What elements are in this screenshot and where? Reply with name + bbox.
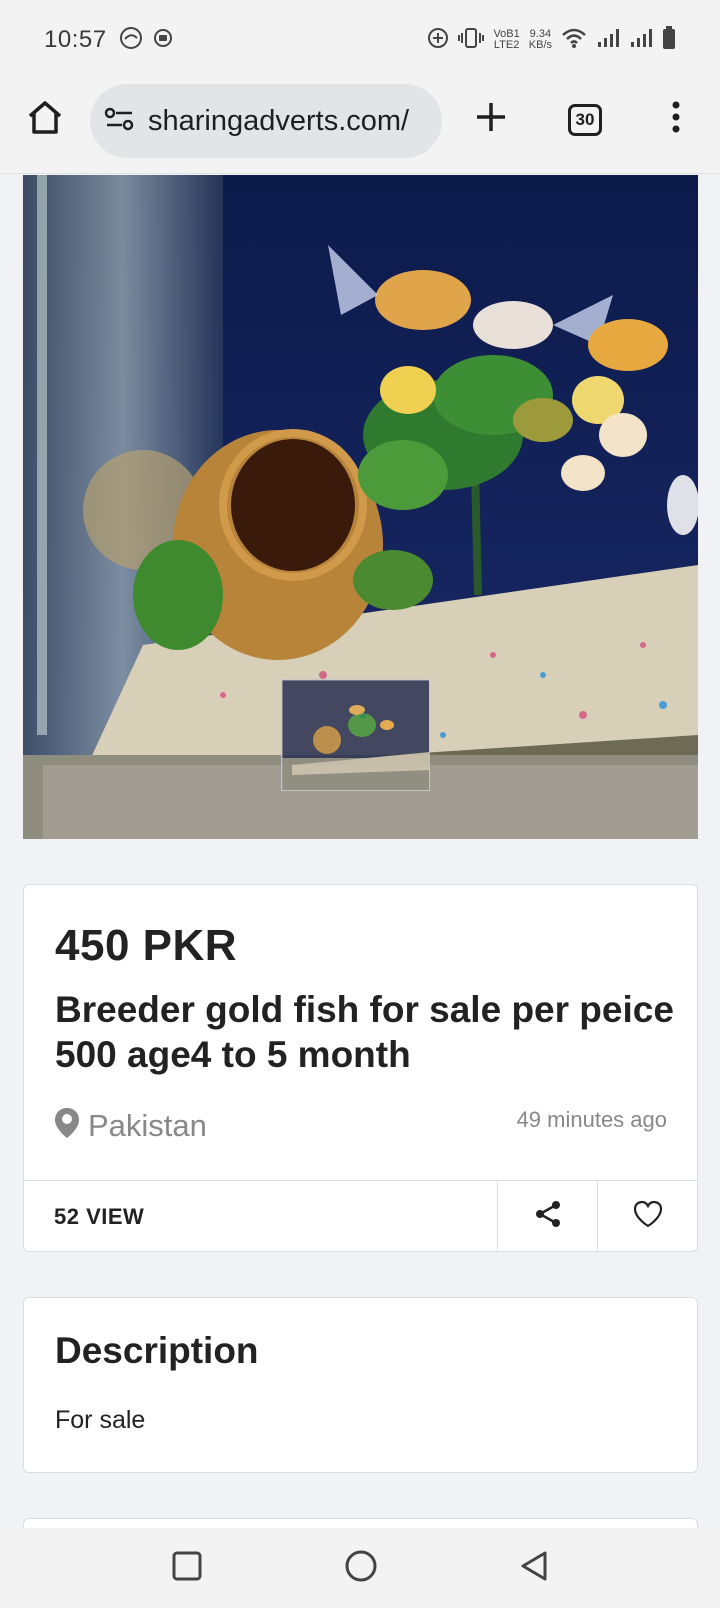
- add-circle-icon: [427, 27, 449, 54]
- vibrate-icon: [458, 27, 485, 54]
- recent-apps-button[interactable]: [171, 1550, 203, 1587]
- share-icon: [533, 1199, 563, 1234]
- listing-actions: 52 VIEW: [24, 1180, 697, 1252]
- location-pin-icon: [54, 1107, 80, 1144]
- listing-location: Pakistan: [54, 1107, 207, 1144]
- share-button[interactable]: [497, 1181, 597, 1252]
- tab-count: 30: [568, 104, 602, 136]
- signal-icon-2: [629, 27, 653, 54]
- description-text: For sale: [55, 1406, 146, 1434]
- location-text: Pakistan: [88, 1107, 207, 1143]
- tab-switcher-button[interactable]: 30: [564, 100, 606, 140]
- status-time: 10:57: [44, 26, 107, 53]
- network-speed: 9.34 KB/s: [529, 29, 552, 51]
- notification-app-icon: [153, 28, 173, 53]
- wifi-icon: [561, 27, 587, 54]
- new-tab-button[interactable]: [470, 98, 512, 140]
- home-button[interactable]: [24, 98, 66, 140]
- sync-icon: [119, 26, 143, 55]
- speed-unit: KB/s: [528, 39, 552, 51]
- menu-button[interactable]: [655, 98, 697, 140]
- system-nav-bar: [0, 1528, 720, 1608]
- home-icon: [26, 99, 64, 140]
- network-line2: LTE2: [493, 39, 520, 51]
- listing-price: 450 PKR: [55, 921, 238, 970]
- posted-time: 49 minutes ago: [516, 1107, 667, 1132]
- more-vert-icon: [671, 101, 681, 138]
- signal-icon-1: [596, 27, 620, 54]
- listing-title: Breeder gold fish for sale per peice 500…: [55, 989, 674, 1075]
- home-nav-button[interactable]: [344, 1549, 378, 1588]
- heart-icon: [633, 1200, 663, 1233]
- network-type: VoB1 LTE2: [493, 29, 519, 51]
- address-bar[interactable]: sharingadverts.com/: [90, 84, 442, 158]
- listing-card: 450 PKR Breeder gold fish for sale per p…: [23, 884, 698, 1252]
- description-card: Description For sale: [23, 1297, 698, 1473]
- battery-icon: [662, 25, 676, 55]
- browser-toolbar: sharingadverts.com/ 30: [0, 80, 720, 174]
- back-button[interactable]: [519, 1550, 549, 1587]
- favorite-button[interactable]: [597, 1181, 697, 1252]
- site-settings-icon[interactable]: [104, 105, 136, 138]
- view-count: 52 VIEW: [54, 1203, 145, 1229]
- plus-icon: [474, 100, 508, 139]
- url-text: sharingadverts.com/: [148, 104, 410, 137]
- image-thumbnail[interactable]: [281, 679, 430, 791]
- description-heading: Description: [55, 1330, 259, 1371]
- status-bar: 10:57 VoB1 LTE2 9.34 KB/s: [0, 0, 720, 80]
